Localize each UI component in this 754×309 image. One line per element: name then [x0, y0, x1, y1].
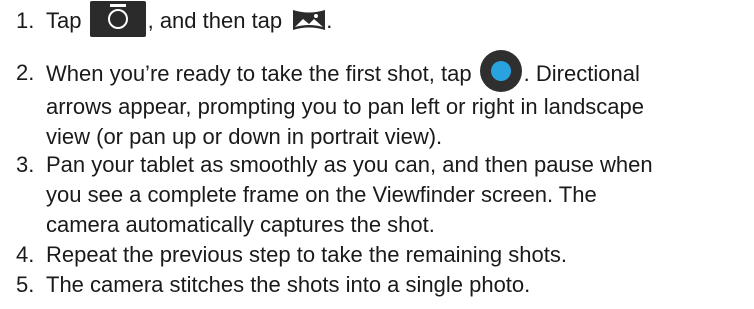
step-number: 4.	[16, 242, 35, 267]
step-text-segment: When you’re ready to take the first shot…	[46, 60, 478, 86]
step-text-line: view (or pan up or down in portrait view…	[46, 124, 443, 149]
step-text-line: camera automatically captures the shot.	[46, 212, 435, 237]
step-text: The camera stitches the shots into a sin…	[46, 270, 750, 300]
panorama-icon	[292, 7, 326, 33]
step-text-line: Repeat the previous step to take the rem…	[46, 242, 567, 267]
step-text: Tap , and then tap .	[46, 1, 750, 38]
step-text: When you’re ready to take the first shot…	[46, 50, 750, 152]
step-text-segment: Tap	[46, 8, 88, 33]
step-text: Pan your tablet as smoothly as you can, …	[46, 150, 750, 240]
step-text-line: arrows appear, prompting you to pan left…	[46, 94, 645, 119]
step-text-segment: .	[326, 8, 333, 33]
step-text-line: you see a complete frame on the Viewfind…	[46, 182, 597, 207]
step-number: 1.	[16, 8, 35, 33]
step-text-segment: . Directional	[523, 60, 640, 86]
step-text-segment: , and then tap	[147, 8, 289, 33]
step-number: 2.	[16, 60, 35, 85]
step-text: Repeat the previous step to take the rem…	[46, 240, 750, 270]
step-number: 5.	[16, 272, 35, 297]
shutter-icon	[479, 50, 522, 92]
step-text-line: The camera stitches the shots into a sin…	[46, 272, 531, 297]
step-number: 3.	[16, 152, 35, 177]
step-text-line: Pan your tablet as smoothly as you can, …	[46, 152, 653, 177]
camera-icon	[89, 1, 146, 38]
